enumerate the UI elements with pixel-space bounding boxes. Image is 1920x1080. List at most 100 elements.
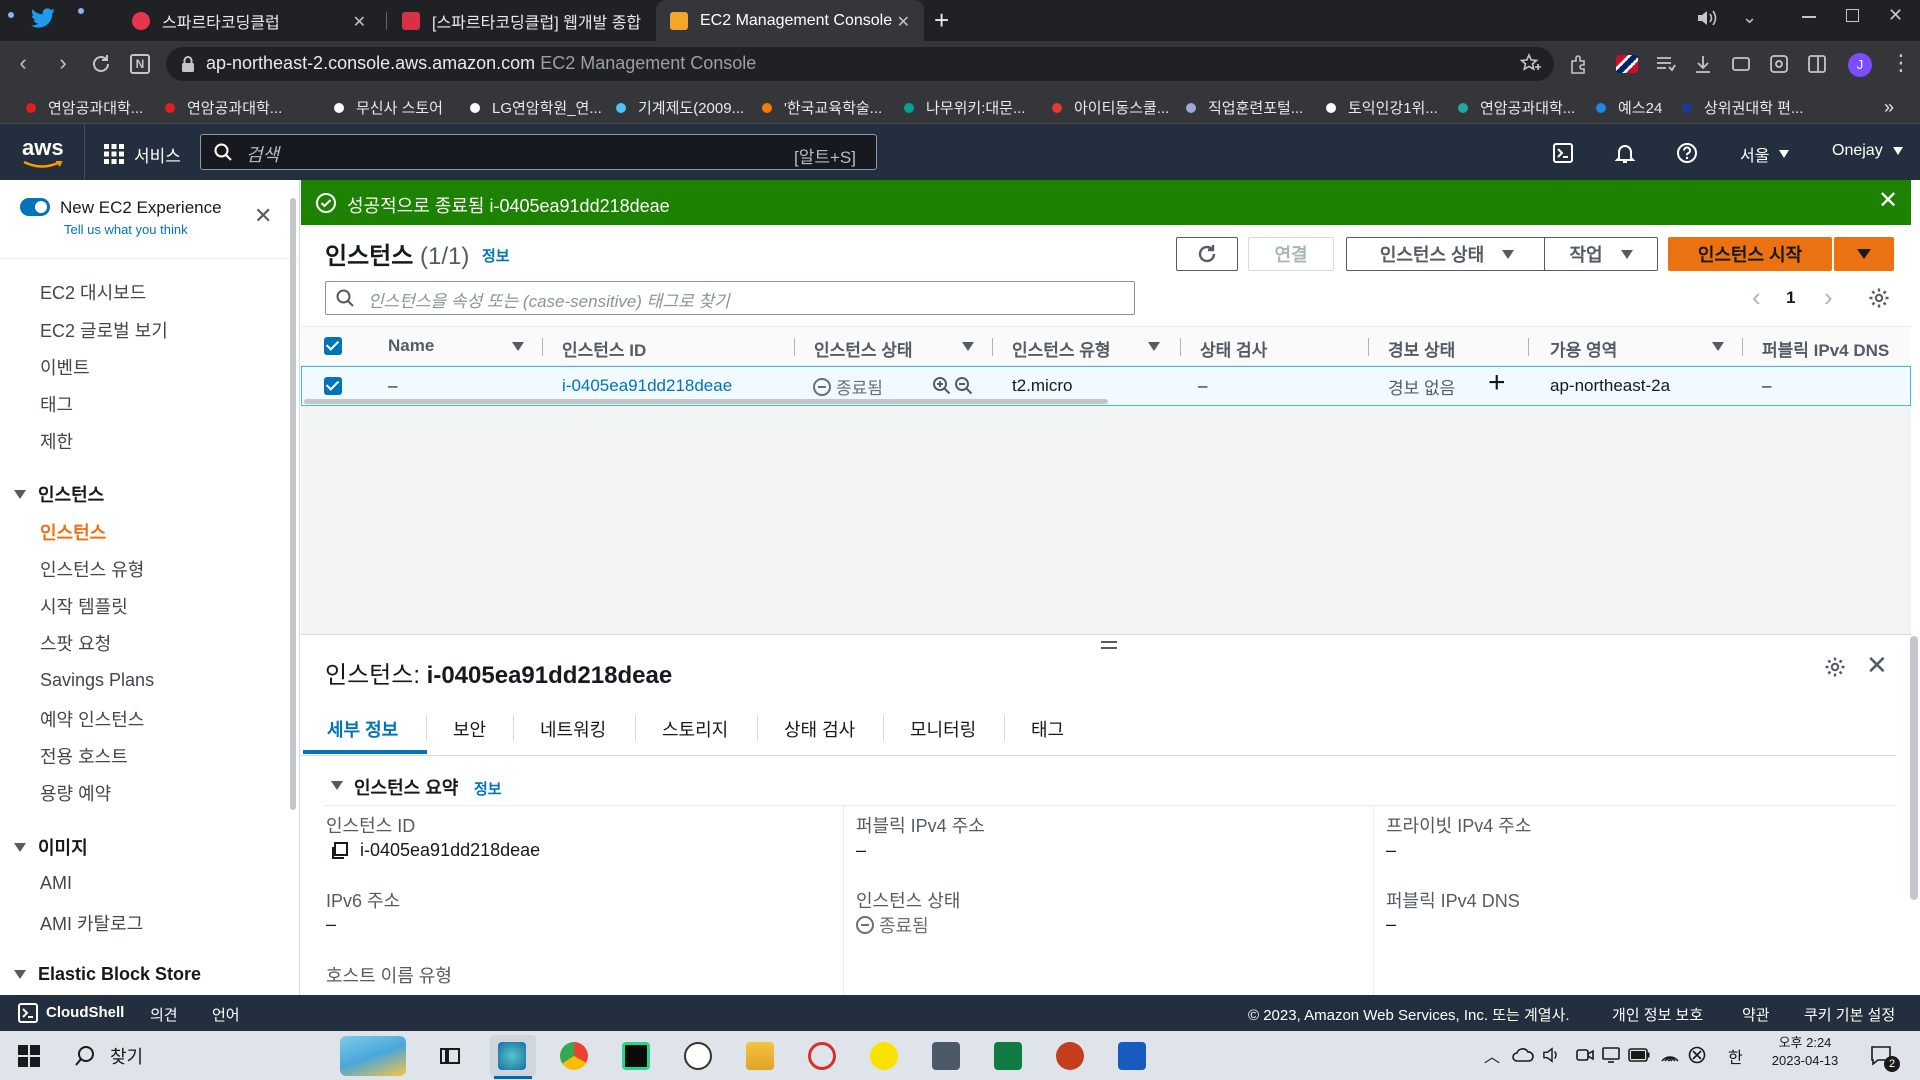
- bookmark-item[interactable]: '한국교육학술...: [762, 97, 882, 118]
- services-menu[interactable]: 서비스: [134, 142, 181, 167]
- forward-arrow-icon[interactable]: ›: [50, 50, 76, 76]
- windows-start-icon[interactable]: [18, 1045, 40, 1067]
- close-icon[interactable]: ✕: [353, 12, 366, 32]
- bookmark-item[interactable]: 나무위키:대문...: [904, 97, 1025, 118]
- bookmark-star-icon[interactable]: [1520, 53, 1542, 75]
- bookmark-item[interactable]: 연암공과대학...: [1458, 97, 1575, 118]
- side-panel-icon[interactable]: [1806, 53, 1828, 75]
- lock-icon[interactable]: [180, 55, 196, 73]
- taskbar-edge-icon[interactable]: [498, 1042, 526, 1070]
- table-settings-gear-icon[interactable]: [1868, 287, 1890, 309]
- bookmark-item[interactable]: 아이티동스쿨...: [1052, 97, 1169, 118]
- sort-caret-icon[interactable]: [962, 342, 974, 351]
- url-text[interactable]: ap-northeast-2.console.aws.amazon.com EC…: [206, 53, 756, 74]
- column-header-instance-id[interactable]: 인스턴스 ID: [562, 336, 646, 361]
- column-header-availability-zone[interactable]: 가용 영역: [1550, 336, 1617, 361]
- sort-caret-icon[interactable]: [1148, 342, 1160, 351]
- taskbar-pycharm-icon[interactable]: [622, 1042, 650, 1070]
- wifi-icon[interactable]: [1660, 1046, 1680, 1064]
- select-all-checkbox[interactable]: [324, 337, 342, 355]
- footer-language-link[interactable]: 언어: [212, 1004, 240, 1025]
- minimize-icon[interactable]: [1802, 16, 1816, 18]
- tab-tags[interactable]: 태그: [1031, 716, 1064, 742]
- cast-icon[interactable]: [1730, 53, 1752, 75]
- sidebar-item-reserved-instances[interactable]: 예약 인스턴스: [40, 706, 144, 732]
- browser-menu-kebab-icon[interactable]: ⋮: [1890, 50, 1912, 76]
- bookmark-item[interactable]: 예스24: [1596, 97, 1662, 118]
- reload-icon[interactable]: [90, 53, 112, 75]
- twitter-icon[interactable]: [30, 8, 56, 30]
- sidebar-item-instance-types[interactable]: 인스턴스 유형: [40, 556, 144, 582]
- footer-feedback-link[interactable]: 의견: [150, 1004, 178, 1025]
- taskbar-app-icon[interactable]: [684, 1042, 712, 1070]
- bookmark-item[interactable]: 연암공과대학...: [165, 97, 282, 118]
- details-settings-gear-icon[interactable]: [1824, 656, 1846, 678]
- new-tab-button[interactable]: +: [934, 5, 949, 36]
- instance-summary-title[interactable]: 인스턴스 요약: [354, 774, 458, 800]
- close-details-icon[interactable]: ✕: [1866, 652, 1888, 678]
- sidebar-item-tags[interactable]: 태그: [40, 391, 73, 417]
- page-number[interactable]: 1: [1786, 288, 1795, 308]
- summary-info-link[interactable]: 정보: [474, 778, 502, 799]
- meet-camera-icon[interactable]: [1576, 1046, 1594, 1064]
- feedback-link[interactable]: Tell us what you think: [64, 222, 188, 237]
- bookmark-item[interactable]: 연암공과대학...: [26, 97, 143, 118]
- new-experience-toggle[interactable]: [20, 198, 50, 216]
- sidebar-item-events[interactable]: 이벤트: [40, 354, 90, 380]
- sidebar-item-instances[interactable]: 인스턴스: [40, 519, 106, 545]
- tab-sparta[interactable]: 스파르타코딩클럽 ✕: [118, 0, 380, 41]
- tab-sparta-webdev[interactable]: [스파르타코딩클럽] 웹개발 종합: [388, 0, 656, 41]
- column-header-public-dns[interactable]: 퍼블릭 IPv4 DNS: [1762, 336, 1889, 361]
- tab-storage[interactable]: 스토리지: [662, 716, 728, 742]
- taskbar-chrome-icon[interactable]: [560, 1042, 588, 1070]
- row-instance-id-link[interactable]: i-0405ea91dd218deae: [562, 376, 732, 396]
- tray-overflow-chevron-up-icon[interactable]: ︿: [1484, 1043, 1500, 1067]
- taskbar-file-explorer-icon[interactable]: [746, 1042, 774, 1070]
- column-header-instance-state[interactable]: 인스턴스 상태: [814, 336, 913, 361]
- restore-icon[interactable]: [1846, 9, 1859, 22]
- split-panel-drag-handle[interactable]: [1101, 641, 1117, 643]
- launch-instances-button[interactable]: 인스턴스 시작: [1668, 237, 1832, 271]
- sidebar-item-ec2-global-view[interactable]: EC2 글로벌 보기: [40, 317, 168, 343]
- bookmark-item[interactable]: 무신사 스토어: [334, 97, 443, 118]
- task-view-icon[interactable]: [438, 1044, 462, 1068]
- bookmark-item[interactable]: 직업훈련포털...: [1186, 97, 1303, 118]
- bookmark-item[interactable]: LG연암학원_연...: [470, 97, 602, 118]
- back-arrow-icon[interactable]: ‹: [10, 50, 36, 76]
- taskbar-calculator-icon[interactable]: [932, 1042, 960, 1070]
- add-alarm-icon[interactable]: +: [1488, 368, 1506, 398]
- sidebar-item-spot-requests[interactable]: 스팟 요청: [40, 630, 111, 656]
- footer-cloudshell-link[interactable]: CloudShell: [46, 1004, 124, 1021]
- copy-icon[interactable]: [330, 842, 348, 860]
- sidebar-item-ami[interactable]: AMI: [40, 873, 72, 894]
- instances-info-link[interactable]: 정보: [482, 245, 510, 266]
- row-select-checkbox[interactable]: [324, 377, 342, 395]
- page-scrollbar[interactable]: [1910, 636, 1918, 900]
- next-page-icon[interactable]: ›: [1824, 284, 1833, 310]
- column-header-instance-type[interactable]: 인스턴스 유형: [1012, 336, 1111, 361]
- screenshot-icon[interactable]: [1768, 53, 1790, 75]
- window-close-icon[interactable]: ✕: [1888, 5, 1903, 26]
- cloudshell-icon[interactable]: [1552, 142, 1574, 164]
- dismiss-flash-icon[interactable]: ✕: [1878, 189, 1898, 213]
- collapse-summary-caret-icon[interactable]: [331, 781, 343, 790]
- taskbar-kakaotalk-icon[interactable]: [870, 1042, 898, 1070]
- bookmarks-more-button[interactable]: »: [1884, 97, 1894, 118]
- taskbar-search-box[interactable]: 찾기: [110, 1043, 143, 1069]
- sort-caret-icon[interactable]: [1712, 342, 1724, 351]
- bookmark-item[interactable]: 상위권대학 편...: [1682, 97, 1803, 118]
- taskbar-search-icon[interactable]: [74, 1045, 96, 1067]
- profile-avatar[interactable]: J: [1848, 53, 1872, 77]
- column-header-name[interactable]: Name: [388, 336, 434, 356]
- ime-language-indicator[interactable]: 한: [1728, 1044, 1743, 1068]
- actions-dropdown[interactable]: 작업: [1544, 237, 1658, 271]
- taskbar-word-icon[interactable]: [1118, 1042, 1146, 1070]
- tab-ec2-console[interactable]: EC2 Management Console ✕: [656, 0, 924, 41]
- sidebar-item-ec2-dashboard[interactable]: EC2 대시보드: [40, 279, 146, 305]
- global-search-box[interactable]: [200, 134, 877, 170]
- bookmark-item[interactable]: 토익인강1위...: [1326, 97, 1438, 118]
- tab-monitoring[interactable]: 모니터링: [910, 716, 976, 742]
- instance-state-dropdown[interactable]: 인스턴스 상태: [1346, 237, 1548, 271]
- footer-cookie-preferences-link[interactable]: 쿠키 기본 설정: [1804, 1004, 1895, 1025]
- footer-terms-link[interactable]: 약관: [1742, 1004, 1770, 1025]
